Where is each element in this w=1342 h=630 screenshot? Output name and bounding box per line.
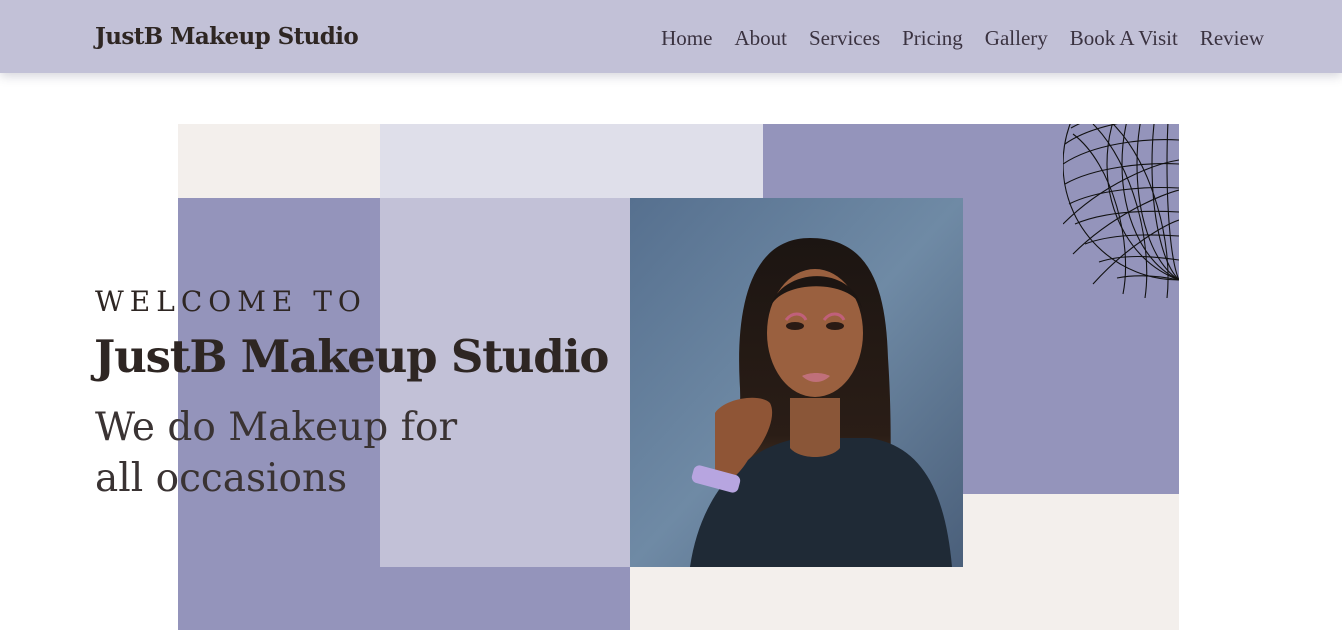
- nav-link-pricing[interactable]: Pricing: [902, 26, 963, 51]
- hero-title: JustB Makeup Studio: [94, 330, 609, 383]
- nav-link-about[interactable]: About: [734, 26, 787, 51]
- wireframe-globe-icon: [1063, 124, 1179, 298]
- nav-link-book-a-visit[interactable]: Book A Visit: [1070, 26, 1178, 51]
- hero-pale-lavender-block: [380, 124, 763, 198]
- hero-tagline-line-1: We do Makeup for: [95, 405, 458, 450]
- top-navbar: JustB Makeup Studio Home About Services …: [0, 0, 1342, 73]
- hero-cream-block-bottom-left: [630, 567, 763, 630]
- hero-section: WELCOME TO JustB Makeup Studio We do Mak…: [0, 0, 1342, 630]
- nav-link-review[interactable]: Review: [1200, 26, 1264, 51]
- hero-tagline-line-2: all occasions: [95, 456, 348, 501]
- hero-photo: [630, 198, 963, 567]
- brand-logo-link[interactable]: JustB Makeup Studio: [95, 23, 359, 50]
- nav-link-gallery[interactable]: Gallery: [985, 26, 1048, 51]
- nav-link-services[interactable]: Services: [809, 26, 880, 51]
- nav-links: Home About Services Pricing Gallery Book…: [661, 26, 1264, 51]
- hero-cream-block-top: [178, 124, 380, 198]
- welcome-label: WELCOME TO: [95, 285, 367, 318]
- hero-tagline: We do Makeup for all occasions: [95, 402, 457, 504]
- nav-link-home[interactable]: Home: [661, 26, 712, 51]
